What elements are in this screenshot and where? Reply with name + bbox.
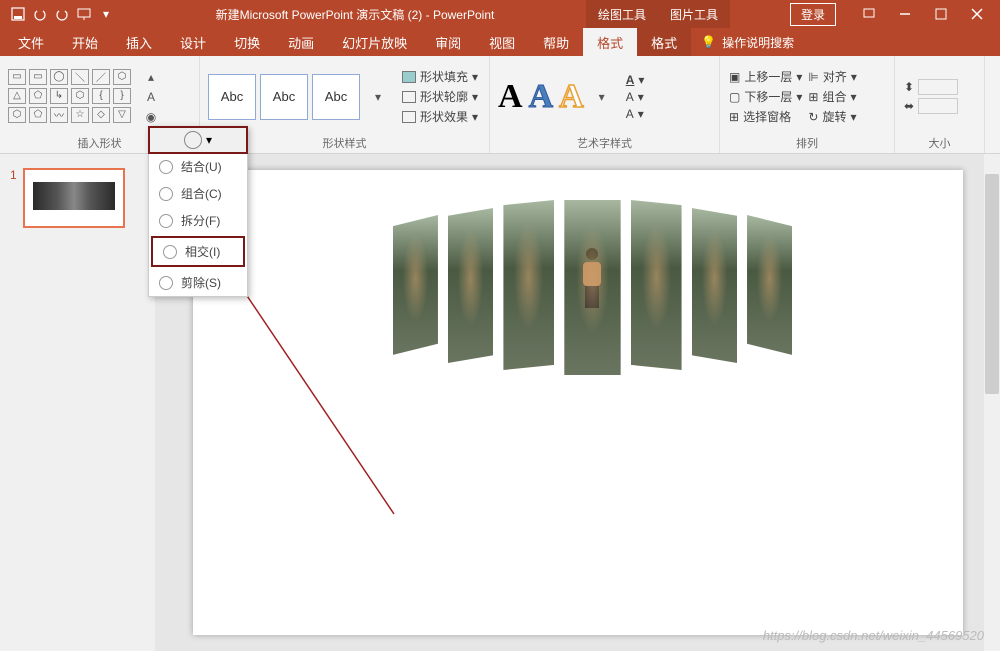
tab-view[interactable]: 视图 <box>475 28 529 56</box>
watermark: https://blog.csdn.net/weixin_44569520 <box>763 628 984 643</box>
shape-style-preset-2[interactable]: Abc <box>260 74 308 120</box>
ribbon-tabs: 文件 开始 插入 设计 切换 动画 幻灯片放映 审阅 视图 帮助 格式 格式 💡… <box>0 28 1000 56</box>
group-button[interactable]: ⊞ 组合 ▾ <box>807 87 858 106</box>
redo-icon[interactable] <box>52 4 72 24</box>
tab-transitions[interactable]: 切换 <box>220 28 274 56</box>
tab-format-drawing[interactable]: 格式 <box>583 28 637 56</box>
outline-icon <box>402 91 416 103</box>
slide[interactable] <box>193 170 963 635</box>
group-arrange: ▣ 上移一层 ▾ ▢ 下移一层 ▾ ⊞ 选择窗格 ⊫ 对齐 ▾ ⊞ 组合 ▾ ↻… <box>720 56 895 153</box>
text-effects-button[interactable]: A▾ <box>624 106 647 122</box>
group-label-wordart: 艺术字样式 <box>498 133 711 151</box>
intersect-icon <box>163 245 177 259</box>
tell-me-search[interactable]: 💡 操作说明搜索 <box>701 34 794 51</box>
group-label-size: 大小 <box>903 133 976 151</box>
title-bar: ▾ 新建Microsoft PowerPoint 演示文稿 (2) - Powe… <box>0 0 1000 28</box>
dropdown-item-combine[interactable]: 组合(C) <box>149 180 247 207</box>
subtract-icon <box>159 276 173 290</box>
bring-forward-button[interactable]: ▣ 上移一层 ▾ <box>728 67 803 86</box>
dropdown-item-subtract[interactable]: 剪除(S) <box>149 269 247 296</box>
window-title: 新建Microsoft PowerPoint 演示文稿 (2) - PowerP… <box>124 6 586 23</box>
tab-review[interactable]: 审阅 <box>421 28 475 56</box>
rotate-button[interactable]: ↻ 旋转 ▾ <box>807 107 858 126</box>
scrollbar-thumb[interactable] <box>985 174 999 394</box>
ribbon-options-icon[interactable] <box>852 3 886 25</box>
person-figure <box>579 248 605 308</box>
combine-icon <box>159 187 173 201</box>
context-tabs: 绘图工具 图片工具 <box>586 0 730 28</box>
tab-insert[interactable]: 插入 <box>112 28 166 56</box>
group-size: ⬍ ⬌ 大小 <box>895 56 985 153</box>
merge-icon <box>184 131 202 149</box>
merge-shapes-trigger[interactable]: ▾ <box>148 126 248 154</box>
text-box-icon[interactable]: A <box>141 88 161 106</box>
group-wordart: A A A ▾ A▾ A▾ A▾ 艺术字样式 <box>490 56 720 153</box>
lightbulb-icon: 💡 <box>701 35 716 49</box>
wordart-preset-2[interactable]: A <box>529 78 554 116</box>
minimize-icon[interactable] <box>888 3 922 25</box>
tab-animations[interactable]: 动画 <box>274 28 328 56</box>
group-label-shape-styles: 形状样式 <box>208 133 481 151</box>
style-gallery-more-icon[interactable]: ▾ <box>368 88 388 106</box>
image-panels[interactable] <box>393 200 793 400</box>
login-button[interactable]: 登录 <box>790 3 836 26</box>
wordart-preset-3[interactable]: A <box>559 78 584 116</box>
shapes-gallery[interactable]: ▭▭◯＼／⬡ △⬠↳⬡{} ⬡⬠〰☆◇▽ <box>8 69 133 125</box>
tab-slideshow[interactable]: 幻灯片放映 <box>328 28 421 56</box>
slide-canvas-area[interactable] <box>155 154 1000 651</box>
thumbnail-preview <box>23 168 125 228</box>
effects-icon <box>402 111 416 123</box>
undo-icon[interactable] <box>30 4 50 24</box>
selection-pane-button[interactable]: ⊞ 选择窗格 <box>728 107 803 126</box>
group-label-arrange: 排列 <box>728 133 886 151</box>
vertical-scrollbar[interactable] <box>984 154 1000 651</box>
shape-style-preset-3[interactable]: Abc <box>312 74 360 120</box>
text-fill-button[interactable]: A▾ <box>624 72 647 88</box>
tab-design[interactable]: 设计 <box>166 28 220 56</box>
quick-access-toolbar: ▾ <box>0 4 124 24</box>
shape-fill-button[interactable]: 形状填充▾ <box>400 67 480 86</box>
tab-help[interactable]: 帮助 <box>529 28 583 56</box>
shapes-more-icon[interactable]: ▴ <box>141 68 161 86</box>
tab-home[interactable]: 开始 <box>58 28 112 56</box>
width-input[interactable]: ⬌ <box>903 97 959 115</box>
dropdown-item-intersect[interactable]: 相交(I) <box>151 236 245 267</box>
save-icon[interactable] <box>8 4 28 24</box>
slide-number: 1 <box>10 168 17 228</box>
context-tab-drawing[interactable]: 绘图工具 <box>586 0 658 28</box>
merge-shapes-icon[interactable]: ◉ <box>141 108 161 126</box>
text-outline-button[interactable]: A▾ <box>624 89 647 105</box>
start-slideshow-icon[interactable] <box>74 4 94 24</box>
union-icon <box>159 160 173 174</box>
shape-effects-button[interactable]: 形状效果▾ <box>400 107 480 126</box>
qat-more-icon[interactable]: ▾ <box>96 4 116 24</box>
wordart-more-icon[interactable]: ▾ <box>592 88 612 106</box>
fragment-icon <box>159 214 173 228</box>
tab-file[interactable]: 文件 <box>4 28 58 56</box>
slide-thumbnail-1[interactable]: 1 <box>0 164 155 232</box>
dropdown-item-union[interactable]: 结合(U) <box>149 153 247 180</box>
text-outline-icon: A <box>626 90 634 104</box>
maximize-icon[interactable] <box>924 3 958 25</box>
send-backward-button[interactable]: ▢ 下移一层 ▾ <box>728 87 803 106</box>
context-tab-picture[interactable]: 图片工具 <box>658 0 730 28</box>
close-icon[interactable] <box>960 3 994 25</box>
tab-format-picture[interactable]: 格式 <box>637 28 691 56</box>
shape-outline-button[interactable]: 形状轮廓▾ <box>400 87 480 106</box>
height-input[interactable]: ⬍ <box>903 78 959 96</box>
tell-me-label: 操作说明搜索 <box>722 34 794 51</box>
shape-style-preset-1[interactable]: Abc <box>208 74 256 120</box>
merge-shapes-dropdown: ▾ 结合(U) 组合(C) 拆分(F) 相交(I) 剪除(S) <box>148 126 248 297</box>
slide-thumbnail-pane: 1 <box>0 154 155 651</box>
dropdown-item-fragment[interactable]: 拆分(F) <box>149 207 247 234</box>
align-button[interactable]: ⊫ 对齐 ▾ <box>807 67 858 86</box>
text-effects-icon: A <box>626 107 634 121</box>
fill-icon <box>402 71 416 83</box>
text-fill-icon: A <box>626 73 635 87</box>
wordart-preset-1[interactable]: A <box>498 78 523 116</box>
